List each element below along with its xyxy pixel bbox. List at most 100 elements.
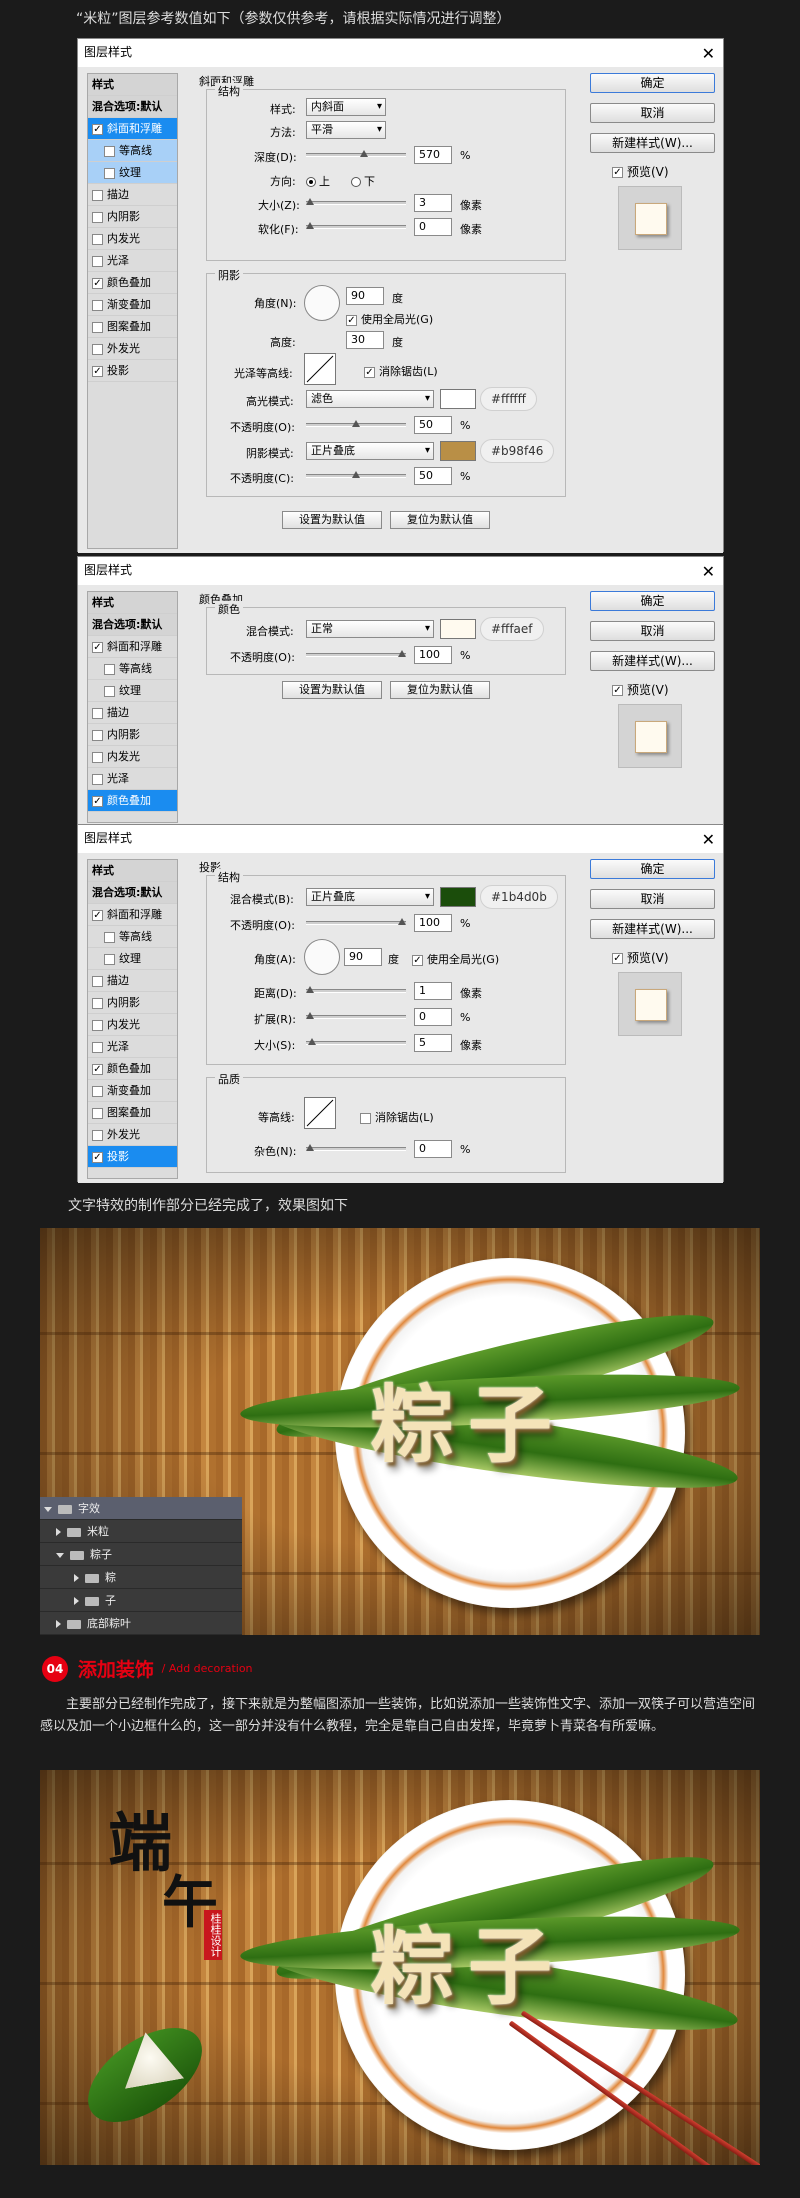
checkbox-icon[interactable] (92, 233, 103, 245)
style-item-gradient-overlay[interactable]: 渐变叠加 (88, 1080, 177, 1102)
ok-button[interactable]: 确定 (590, 73, 715, 93)
soften-slider[interactable] (306, 222, 406, 229)
checkbox-icon[interactable] (104, 685, 115, 697)
expand-icon[interactable] (56, 1552, 64, 1558)
blend-mode-select[interactable]: 正片叠底 (306, 888, 434, 906)
styles-head[interactable]: 样式 (88, 860, 177, 882)
gloss-contour-picker[interactable] (304, 353, 336, 385)
size-input[interactable]: 3 (414, 194, 452, 212)
technique-select[interactable]: 平滑 (306, 121, 386, 139)
style-item-contour[interactable]: 等高线 (88, 926, 177, 948)
highlight-opacity-slider[interactable] (306, 420, 406, 427)
style-item-inner-shadow[interactable]: 内阴影 (88, 206, 177, 228)
slider-knob[interactable] (352, 471, 360, 478)
style-item-outer-glow[interactable]: 外发光 (88, 1124, 177, 1146)
shadow-color-swatch[interactable] (440, 887, 476, 907)
blend-options[interactable]: 混合选项:默认 (88, 882, 177, 904)
slider-knob[interactable] (306, 986, 314, 993)
style-select[interactable]: 内斜面 (306, 98, 386, 116)
anti-alias-toggle[interactable]: ✓ 消除锯齿(L) (364, 363, 438, 379)
soften-input[interactable]: 0 (414, 218, 452, 236)
checkbox-icon[interactable]: ✓ (92, 1151, 103, 1163)
checkbox-icon[interactable]: ✓ (92, 795, 103, 807)
ok-button[interactable]: 确定 (590, 591, 715, 611)
checkbox-icon[interactable] (92, 975, 103, 987)
style-item-inner-glow[interactable]: 内发光 (88, 746, 177, 768)
depth-slider[interactable] (306, 150, 406, 157)
style-item-inner-shadow[interactable]: 内阴影 (88, 724, 177, 746)
direction-up[interactable]: 上 (306, 173, 330, 189)
checkbox-icon[interactable] (92, 729, 103, 741)
angle-input[interactable]: 90 (344, 948, 382, 966)
checkbox-icon[interactable]: ✓ (364, 366, 375, 378)
style-item-pattern-overlay[interactable]: 图案叠加 (88, 316, 177, 338)
new-style-button[interactable]: 新建样式(W)... (590, 919, 715, 939)
highlight-opacity-input[interactable]: 50 (414, 416, 452, 434)
layer-bottom-leaf[interactable]: 底部粽叶 (40, 1612, 242, 1635)
checkbox-icon[interactable]: ✓ (612, 167, 623, 178)
noise-slider[interactable] (306, 1144, 406, 1151)
global-light-toggle[interactable]: ✓ 使用全局光(G) (412, 951, 499, 967)
highlight-mode-select[interactable]: 滤色 (306, 390, 434, 408)
style-item-bevel[interactable]: ✓ 斜面和浮雕 (88, 636, 177, 658)
blend-mode-select[interactable]: 正常 (306, 620, 434, 638)
style-item-stroke[interactable]: 描边 (88, 970, 177, 992)
checkbox-icon[interactable] (92, 1107, 103, 1119)
style-item-stroke[interactable]: 描边 (88, 184, 177, 206)
checkbox-icon[interactable]: ✓ (92, 909, 103, 921)
slider-knob[interactable] (398, 650, 406, 657)
style-item-contour[interactable]: 等高线 (88, 658, 177, 680)
size-input[interactable]: 5 (414, 1034, 452, 1052)
new-style-button[interactable]: 新建样式(W)... (590, 651, 715, 671)
new-style-button[interactable]: 新建样式(W)... (590, 133, 715, 153)
style-item-stroke[interactable]: 描边 (88, 702, 177, 724)
contour-picker[interactable] (304, 1097, 336, 1129)
checkbox-icon[interactable]: ✓ (92, 277, 103, 289)
make-default-button[interactable]: 设置为默认值 (282, 681, 382, 699)
ok-button[interactable]: 确定 (590, 859, 715, 879)
checkbox-icon[interactable] (92, 707, 103, 719)
anti-alias-toggle[interactable]: 消除锯齿(L) (360, 1109, 434, 1125)
slider-knob[interactable] (398, 918, 406, 925)
checkbox-icon[interactable]: ✓ (92, 1063, 103, 1075)
style-item-texture[interactable]: 纹理 (88, 948, 177, 970)
slider-knob[interactable] (306, 1144, 314, 1151)
layer-group-fx[interactable]: 字效 (40, 1497, 242, 1520)
checkbox-icon[interactable] (104, 953, 115, 965)
checkbox-icon[interactable] (92, 1129, 103, 1141)
style-item-gradient-overlay[interactable]: 渐变叠加 (88, 294, 177, 316)
checkbox-icon[interactable] (92, 997, 103, 1009)
noise-input[interactable]: 0 (414, 1140, 452, 1158)
style-item-satin[interactable]: 光泽 (88, 250, 177, 272)
cancel-button[interactable]: 取消 (590, 889, 715, 909)
style-item-outer-glow[interactable]: 外发光 (88, 338, 177, 360)
styles-head[interactable]: 样式 (88, 592, 177, 614)
overlay-color-swatch[interactable] (440, 619, 476, 639)
style-item-texture[interactable]: 纹理 (88, 162, 177, 184)
close-icon[interactable]: ✕ (702, 827, 715, 853)
slider-knob[interactable] (306, 222, 314, 229)
checkbox-icon[interactable] (92, 751, 103, 763)
style-item-color-overlay[interactable]: ✓ 颜色叠加 (88, 1058, 177, 1080)
reset-default-button[interactable]: 复位为默认值 (390, 681, 490, 699)
slider-knob[interactable] (360, 150, 368, 157)
cancel-button[interactable]: 取消 (590, 103, 715, 123)
layer-zong[interactable]: 粽 (40, 1566, 242, 1589)
checkbox-icon[interactable] (92, 343, 103, 355)
make-default-button[interactable]: 设置为默认值 (282, 511, 382, 529)
style-item-inner-glow[interactable]: 内发光 (88, 1014, 177, 1036)
style-item-pattern-overlay[interactable]: 图案叠加 (88, 1102, 177, 1124)
spread-slider[interactable] (306, 1012, 406, 1019)
checkbox-icon[interactable]: ✓ (92, 365, 103, 377)
style-item-contour[interactable]: 等高线 (88, 140, 177, 162)
expand-icon[interactable] (74, 1597, 79, 1605)
blend-options[interactable]: 混合选项:默认 (88, 96, 177, 118)
shadow-opacity-slider[interactable] (306, 471, 406, 478)
opacity-slider[interactable] (306, 918, 406, 925)
slider-knob[interactable] (308, 1038, 316, 1045)
close-icon[interactable]: ✕ (702, 41, 715, 67)
preview-toggle[interactable]: ✓ 预览(V) (612, 949, 715, 966)
reset-default-button[interactable]: 复位为默认值 (390, 511, 490, 529)
angle-dial[interactable] (304, 285, 340, 321)
checkbox-icon[interactable] (104, 663, 115, 675)
